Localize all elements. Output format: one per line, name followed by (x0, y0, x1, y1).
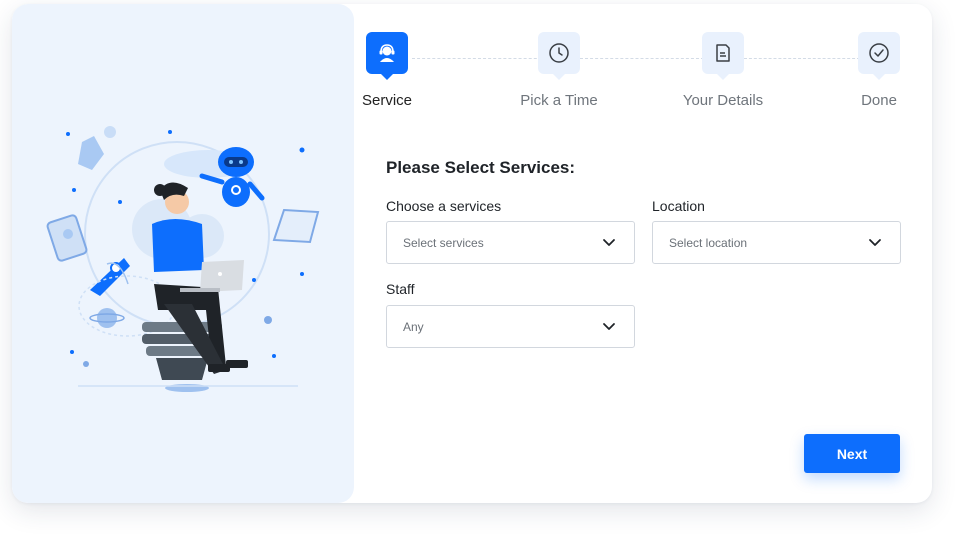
step-done[interactable]: Done (848, 32, 910, 109)
chevron-down-icon (603, 238, 615, 246)
support-agent-icon (366, 32, 408, 80)
step-your-details[interactable]: Your Details (662, 32, 784, 109)
services-label: Choose a services (386, 198, 502, 214)
step-label: Pick a Time (520, 92, 598, 109)
form-title: Please Select Services: (386, 158, 576, 177)
location-select-value: Select location (669, 235, 748, 250)
staff-select-value: Any (403, 319, 424, 334)
person-with-laptop-illustration (46, 126, 320, 392)
progress-stepper: Service Pick a Time Your Details Done (362, 30, 902, 130)
illustration-panel (12, 4, 354, 503)
chevron-down-icon (869, 238, 881, 246)
clock-icon (538, 32, 580, 80)
next-button[interactable]: Next (804, 434, 900, 473)
check-circle-icon (858, 32, 900, 80)
step-pick-a-time[interactable]: Pick a Time (506, 32, 612, 109)
chevron-down-icon (603, 322, 615, 330)
step-service[interactable]: Service (350, 32, 424, 109)
location-label: Location (652, 198, 705, 214)
staff-select[interactable]: Any (386, 305, 635, 348)
step-label: Your Details (682, 92, 764, 109)
step-label: Done (861, 92, 897, 109)
services-select-value: Select services (403, 235, 484, 250)
location-select[interactable]: Select location (652, 221, 901, 264)
services-select[interactable]: Select services (386, 221, 635, 264)
step-label: Service (361, 92, 413, 109)
document-icon (702, 32, 744, 80)
staff-label: Staff (386, 281, 415, 297)
